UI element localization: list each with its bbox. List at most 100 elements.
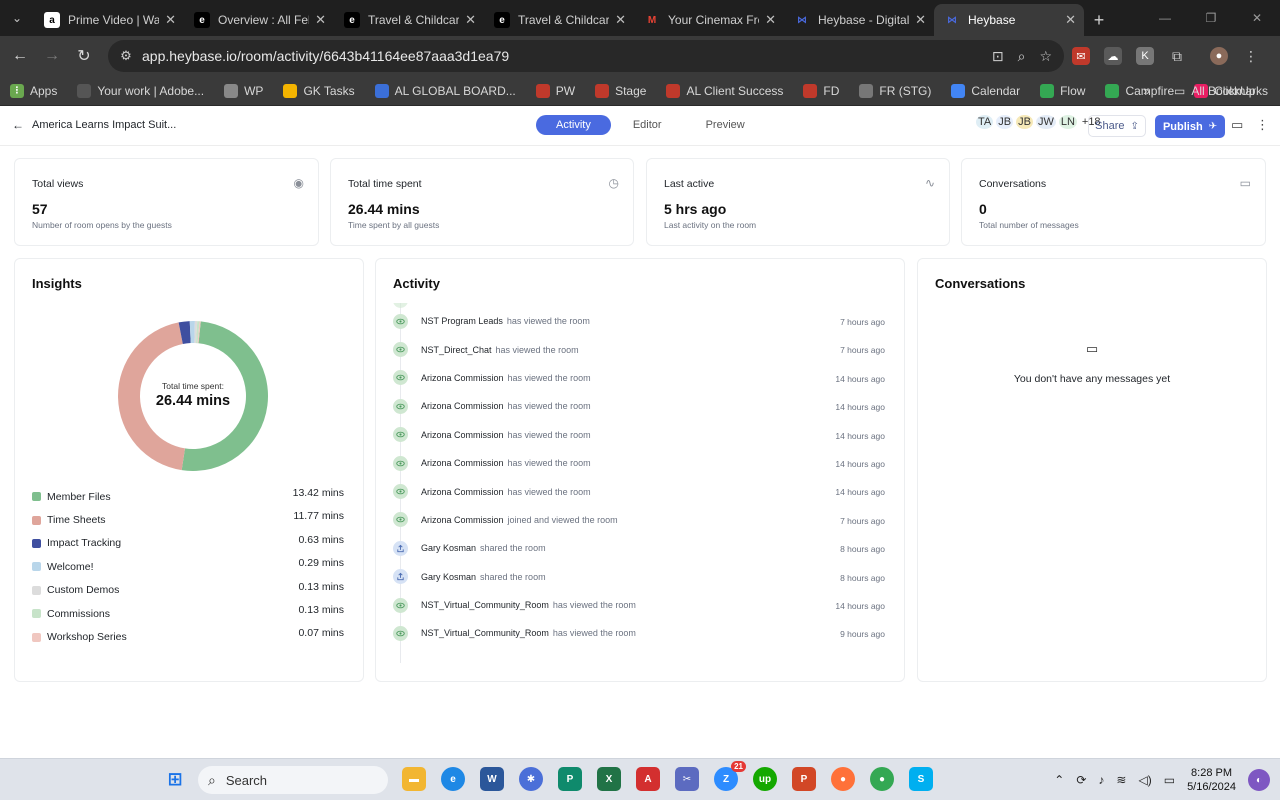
activity-item[interactable]: Arizona Commission has viewed the room 14 …	[393, 421, 887, 449]
bookmark-item[interactable]: Calendar	[951, 83, 1020, 98]
activity-item[interactable]: Gary Kosman shared the room 8 hours ago	[393, 563, 887, 591]
windows-start-icon[interactable]: ⊞	[163, 767, 187, 791]
close-tab-icon[interactable]: ✕	[165, 12, 176, 28]
extensions-puzzle-icon[interactable]: ⧉	[1168, 47, 1186, 65]
taskbar-search[interactable]: ⌕ Search	[198, 766, 388, 794]
chrome-icon[interactable]: ●	[870, 767, 894, 791]
browser-tab[interactable]: e Travel & Childcare ✕	[334, 4, 484, 36]
app-icon[interactable]: ✱	[519, 767, 543, 791]
wifi-icon[interactable]: ≋	[1116, 773, 1126, 787]
activity-item[interactable]: Arizona Commission has viewed the room 14 …	[393, 477, 887, 505]
browser-tab[interactable]: e Overview : All Fell ✕	[184, 4, 334, 36]
upwork-icon[interactable]: up	[753, 767, 777, 791]
activity-item[interactable]: Arizona Commission has viewed the room 14 …	[393, 364, 887, 392]
stat-value: 57	[32, 201, 48, 217]
activity-item[interactable]: NST_Virtual_Community_Room has viewed the…	[393, 619, 887, 647]
share-button[interactable]: Share ⇪	[1088, 115, 1146, 137]
activity-item[interactable]: Arizona Commission has viewed the room 14 …	[393, 449, 887, 477]
bookmark-item[interactable]: Your work | Adobe...	[77, 83, 204, 98]
avatar[interactable]: JW	[1035, 115, 1056, 129]
tab-preview[interactable]: Preview	[684, 115, 767, 135]
activity-item[interactable]: NST Program Leads has viewed the room 7 ho…	[393, 307, 887, 335]
microphone-icon[interactable]: ♪	[1098, 773, 1104, 787]
widgets-icon[interactable]: ◐	[1248, 769, 1270, 791]
close-tab-icon[interactable]: ✕	[1065, 12, 1076, 28]
bookmark-item[interactable]: ⋮ Apps	[10, 83, 57, 98]
activity-item[interactable]: NST_Direct_Chat has viewed the room 7 hour…	[393, 335, 887, 363]
more-bookmarks-icon[interactable]: »	[1143, 84, 1150, 98]
profile-avatar[interactable]: ●	[1210, 47, 1228, 65]
new-tab-button[interactable]: +	[1084, 4, 1114, 36]
url-text[interactable]: app.heybase.io/room/activity/6643b41164e…	[142, 48, 509, 64]
bookmark-item[interactable]: Flow	[1040, 83, 1085, 98]
more-options-icon[interactable]: ⋮	[1256, 117, 1269, 133]
extension-mail-icon[interactable]: ✉	[1072, 47, 1090, 65]
collaborator-avatars[interactable]: TA JB JB JW LN +18	[976, 115, 1106, 129]
tab-search-chevron-icon[interactable]: ⌄	[0, 0, 34, 36]
zoom-icon[interactable]: ⌕	[1018, 48, 1026, 65]
site-info-icon[interactable]: ⚙	[118, 48, 134, 64]
forward-nav-icon[interactable]: →	[36, 40, 68, 72]
browser-tab[interactable]: M Your Cinemax Free ✕	[634, 4, 784, 36]
activity-item[interactable]: Arizona Commission has viewed the room 14 …	[393, 392, 887, 420]
activity-item[interactable]: NST_Virtual_Community_Room has viewed the…	[393, 591, 887, 619]
address-bar[interactable]: ⚙ app.heybase.io/room/activity/6643b4116…	[108, 40, 1064, 72]
extension-k-icon[interactable]: K	[1136, 47, 1154, 65]
avatar[interactable]: TA	[976, 115, 994, 129]
edge-icon[interactable]: e	[441, 767, 465, 791]
bookmark-item[interactable]: FD	[803, 83, 839, 98]
bookmark-item[interactable]: AL Client Success	[666, 83, 783, 98]
close-tab-icon[interactable]: ✕	[615, 12, 626, 28]
tab-editor[interactable]: Editor	[611, 115, 684, 135]
bookmark-item[interactable]: WP	[224, 83, 263, 98]
battery-icon[interactable]: ▭	[1164, 773, 1175, 787]
bookmark-item[interactable]: FR (STG)	[859, 83, 931, 98]
excel-icon[interactable]: X	[597, 767, 621, 791]
close-tab-icon[interactable]: ✕	[915, 12, 926, 28]
publish-button[interactable]: Publish ✈	[1155, 115, 1225, 138]
minimize-icon[interactable]: —	[1142, 0, 1188, 36]
file-explorer-icon[interactable]: ▬	[402, 767, 426, 791]
volume-icon[interactable]: ◁)	[1138, 773, 1151, 787]
reload-icon[interactable]: ↻	[68, 40, 100, 72]
back-to-room-link[interactable]: ← America Learns Impact Suit...	[12, 118, 176, 132]
sync-icon[interactable]: ⟳	[1076, 773, 1086, 787]
back-nav-icon[interactable]: ←	[4, 40, 36, 72]
browser-tab[interactable]: a Prime Video | Wat ✕	[34, 4, 184, 36]
bookmark-item[interactable]: Stage	[595, 83, 646, 98]
powerpoint-icon[interactable]: P	[792, 767, 816, 791]
firefox-icon[interactable]: ●	[831, 767, 855, 791]
browser-tab[interactable]: ⋈ Heybase ✕	[934, 4, 1084, 36]
skype-icon[interactable]: S	[909, 767, 933, 791]
activity-item[interactable]: Arizona Commission joined and viewed the …	[393, 506, 887, 534]
avatar[interactable]: JB	[1016, 115, 1033, 129]
browser-menu-icon[interactable]: ⋮	[1242, 47, 1260, 65]
taskbar-clock[interactable]: 8:28 PM 5/16/2024	[1187, 766, 1236, 794]
browser-tab[interactable]: e Travel & Childcare ✕	[484, 4, 634, 36]
extension-cloud-icon[interactable]: ☁	[1104, 47, 1122, 65]
zoom-app-icon[interactable]: Z 21	[714, 761, 746, 791]
acrobat-icon[interactable]: A	[636, 767, 660, 791]
close-tab-icon[interactable]: ✕	[765, 12, 776, 28]
activity-list[interactable]: NST Program Leads has viewed the room 7 ho…	[393, 303, 887, 663]
restore-icon[interactable]: ❐	[1188, 0, 1234, 36]
bookmark-star-icon[interactable]: ☆	[1039, 48, 1052, 65]
tab-activity[interactable]: Activity	[536, 115, 611, 135]
avatar[interactable]: JB	[996, 115, 1014, 129]
comments-icon[interactable]: ▭	[1231, 117, 1243, 133]
browser-tab[interactable]: ⋈ Heybase - Digital S ✕	[784, 4, 934, 36]
chevron-up-icon[interactable]: ⌃	[1054, 773, 1064, 787]
activity-item[interactable]: Gary Kosman shared the room 8 hours ago	[393, 534, 887, 562]
word-icon[interactable]: W	[480, 767, 504, 791]
all-bookmarks-folder[interactable]: ▭ All Bookmarks	[1174, 84, 1268, 98]
bookmark-item[interactable]: AL GLOBAL BOARD...	[374, 83, 516, 98]
close-tab-icon[interactable]: ✕	[315, 12, 326, 28]
close-window-icon[interactable]: ✕	[1234, 0, 1280, 36]
bookmark-item[interactable]: PW	[535, 83, 575, 98]
install-app-icon[interactable]: ⊡	[992, 48, 1004, 65]
close-tab-icon[interactable]: ✕	[465, 12, 476, 28]
snipping-tool-icon[interactable]: ✂	[675, 767, 699, 791]
project-icon[interactable]: P	[558, 767, 582, 791]
avatar[interactable]: LN	[1058, 115, 1077, 129]
bookmark-item[interactable]: GK Tasks	[283, 83, 355, 98]
